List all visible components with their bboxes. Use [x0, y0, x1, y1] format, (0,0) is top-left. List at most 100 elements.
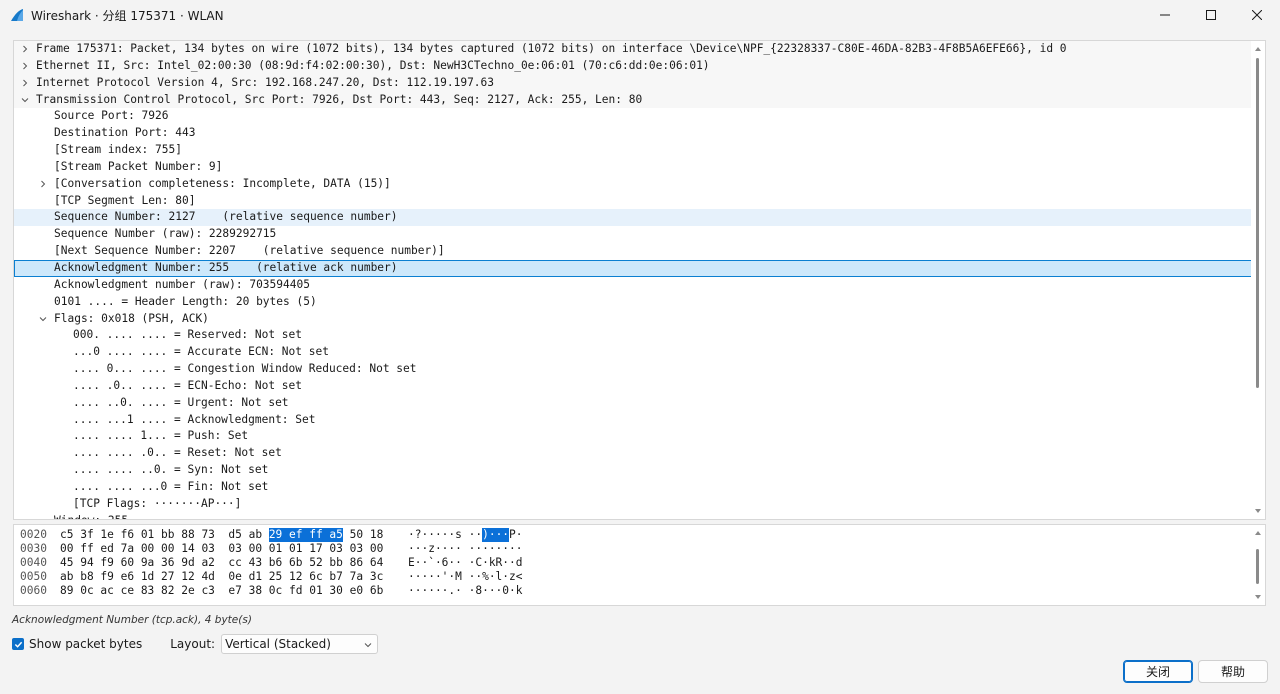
- hex-bytes: 00 ff ed 7a 00 00 14 03 03 00 01 01 17 0…: [60, 542, 408, 556]
- close-window-button[interactable]: [1234, 0, 1280, 30]
- scroll-up-icon[interactable]: [1254, 529, 1262, 537]
- tree-row[interactable]: Internet Protocol Version 4, Src: 192.16…: [14, 74, 1252, 92]
- tree-row[interactable]: .... ...1 .... = Acknowledgment: Set: [14, 412, 1252, 429]
- hex-row[interactable]: 0020 c5 3f 1e f6 01 bb 88 73 d5 ab 29 ef …: [20, 528, 538, 542]
- hex-bytes: ab b8 f9 e6 1d 27 12 4d 0e d1 25 12 6c b…: [60, 570, 408, 584]
- details-scrollbar[interactable]: [1251, 41, 1265, 519]
- tree-row-label: ...0 .... .... = Accurate ECN: Not set: [73, 345, 329, 359]
- tree-row[interactable]: [Stream Packet Number: 9]: [14, 159, 1252, 176]
- chevron-right-icon[interactable]: [37, 176, 49, 193]
- tree-row-label: Acknowledgment Number: 255 (relative ack…: [54, 260, 398, 274]
- tree-row[interactable]: Source Port: 7926: [14, 108, 1252, 125]
- scrollbar-thumb[interactable]: [1256, 58, 1259, 388]
- tree-row-label: .... ..0. .... = Urgent: Not set: [73, 395, 289, 409]
- tree-row[interactable]: .... .... .0.. = Reset: Not set: [14, 445, 1252, 462]
- tree-row[interactable]: [TCP Flags: ·······AP···]: [14, 496, 1252, 513]
- hex-bytes: c5 3f 1e f6 01 bb 88 73 d5 ab 29 ef ff a…: [60, 528, 408, 542]
- chevron-down-icon[interactable]: [37, 311, 49, 328]
- tree-row[interactable]: [Stream index: 755]: [14, 142, 1252, 159]
- chevron-right-icon[interactable]: [19, 58, 31, 75]
- close-button[interactable]: 关闭: [1123, 660, 1193, 683]
- tree-row[interactable]: .... .... 1... = Push: Set: [14, 428, 1252, 445]
- show-packet-bytes-label[interactable]: Show packet bytes: [29, 637, 142, 651]
- bytes-scrollbar[interactable]: [1251, 525, 1265, 605]
- hex-ascii: ·····'·M ··%·l·z<: [408, 570, 538, 584]
- hex-offset: 0020: [20, 528, 47, 541]
- tree-row[interactable]: Sequence Number: 2127 (relative sequence…: [14, 209, 1252, 227]
- hex-ascii-text: ······.· ·8···0·k: [408, 584, 523, 597]
- hex-bytes-text: 89 0c ac ce 83 82 2e c3 e7 38 0c fd 01 3…: [60, 584, 384, 597]
- tree-row[interactable]: .... .... ..0. = Syn: Not set: [14, 462, 1252, 479]
- show-packet-bytes-checkbox[interactable]: [12, 638, 24, 650]
- checkmark-icon: [14, 641, 22, 648]
- tree-row[interactable]: .... .... ...0 = Fin: Not set: [14, 479, 1252, 496]
- hex-bytes-selected: 29 ef ff a5: [268, 528, 343, 542]
- hex-offset: 0050: [20, 570, 47, 583]
- hex-ascii: ·?·····s ··)···P·: [408, 528, 538, 542]
- maximize-button[interactable]: [1188, 0, 1234, 30]
- minimize-button[interactable]: [1142, 0, 1188, 30]
- options-row: Show packet bytes Layout: Vertical (Stac…: [12, 634, 379, 654]
- title-bar: Wireshark · 分组 175371 · WLAN: [0, 0, 1280, 30]
- tree-row-label: .... ...1 .... = Acknowledgment: Set: [73, 412, 316, 426]
- packet-bytes-pane[interactable]: 0020 c5 3f 1e f6 01 bb 88 73 d5 ab 29 ef …: [13, 524, 1266, 606]
- tree-row-label: .... .... ...0 = Fin: Not set: [73, 479, 269, 493]
- window-title: Wireshark · 分组 175371 · WLAN: [31, 8, 224, 23]
- scrollbar-thumb[interactable]: [1256, 549, 1259, 584]
- chevron-right-icon[interactable]: [19, 41, 31, 58]
- help-button[interactable]: 帮助: [1198, 660, 1268, 683]
- chevron-down-icon[interactable]: [19, 92, 31, 109]
- tree-row-label: 000. .... .... = Reserved: Not set: [73, 328, 303, 342]
- tree-row[interactable]: Frame 175371: Packet, 134 bytes on wire …: [14, 41, 1252, 58]
- tree-row-label: [TCP Segment Len: 80]: [54, 193, 196, 207]
- tree-row[interactable]: Window: 255: [14, 513, 1252, 519]
- tree-row[interactable]: .... .0.. .... = ECN-Echo: Not set: [14, 378, 1252, 395]
- tree-row-label: Frame 175371: Packet, 134 bytes on wire …: [36, 42, 1067, 55]
- hex-row[interactable]: 0060 89 0c ac ce 83 82 2e c3 e7 38 0c fd …: [20, 584, 538, 598]
- tree-row[interactable]: Acknowledgment number (raw): 703594405: [14, 277, 1252, 294]
- tree-row[interactable]: Sequence Number (raw): 2289292715: [14, 226, 1252, 243]
- hex-offset: 0040: [20, 556, 47, 569]
- scroll-down-icon[interactable]: [1254, 507, 1262, 515]
- tree-row[interactable]: Flags: 0x018 (PSH, ACK): [14, 311, 1252, 328]
- tree-row[interactable]: ...0 .... .... = Accurate ECN: Not set: [14, 344, 1252, 361]
- tree-row-label: Acknowledgment number (raw): 703594405: [54, 277, 310, 291]
- tree-row[interactable]: 0101 .... = Header Length: 20 bytes (5): [14, 294, 1252, 311]
- tree-row[interactable]: 000. .... .... = Reserved: Not set: [14, 327, 1252, 344]
- tree-row[interactable]: .... 0... .... = Congestion Window Reduc…: [14, 361, 1252, 378]
- hex-offset: 0030: [20, 542, 47, 555]
- hex-row[interactable]: 0050 ab b8 f9 e6 1d 27 12 4d 0e d1 25 12 …: [20, 570, 538, 584]
- tree-row[interactable]: Transmission Control Protocol, Src Port:…: [14, 91, 1252, 109]
- hex-row[interactable]: 0040 45 94 f9 60 9a 36 9d a2 cc 43 b6 6b …: [20, 556, 538, 570]
- chevron-right-icon[interactable]: [19, 75, 31, 92]
- tree-row-label: Window: 255: [54, 513, 128, 519]
- scroll-down-icon[interactable]: [1254, 593, 1262, 601]
- hex-bytes-text: ab b8 f9 e6 1d 27 12 4d 0e d1 25 12 6c b…: [60, 570, 384, 583]
- hex-ascii-selected: )···: [482, 528, 510, 542]
- tree-row-label: Source Port: 7926: [54, 109, 169, 123]
- hex-row[interactable]: 0030 00 ff ed 7a 00 00 14 03 03 00 01 01 …: [20, 542, 538, 556]
- tree-row-label: 0101 .... = Header Length: 20 bytes (5): [54, 294, 317, 308]
- tree-row[interactable]: Acknowledgment Number: 255 (relative ack…: [14, 259, 1252, 277]
- tree-row-label: Sequence Number: 2127 (relative sequence…: [54, 210, 398, 224]
- layout-select-value: Vertical (Stacked): [225, 637, 331, 651]
- field-status-text: Acknowledgment Number (tcp.ack), 4 byte(…: [12, 614, 252, 626]
- hex-ascii-text: E··`·6·· ·C·kR··d: [408, 556, 523, 569]
- hex-bytes: 45 94 f9 60 9a 36 9d a2 cc 43 b6 6b 52 b…: [60, 556, 408, 570]
- tree-row-label: [Stream Packet Number: 9]: [54, 159, 223, 173]
- hex-ascii: ······.· ·8···0·k: [408, 584, 538, 598]
- tree-row[interactable]: [Conversation completeness: Incomplete, …: [14, 176, 1252, 193]
- tree-row[interactable]: [TCP Segment Len: 80]: [14, 193, 1252, 210]
- scroll-up-icon[interactable]: [1254, 45, 1262, 53]
- tree-row[interactable]: [Next Sequence Number: 2207 (relative se…: [14, 243, 1252, 260]
- packet-details-tree[interactable]: Frame 175371: Packet, 134 bytes on wire …: [13, 40, 1266, 520]
- tree-row[interactable]: Destination Port: 443: [14, 125, 1252, 142]
- tree-row-label: [TCP Flags: ·······AP···]: [73, 496, 242, 510]
- hex-ascii-text: ···z···· ········: [408, 542, 523, 555]
- hex-bytes: 89 0c ac ce 83 82 2e c3 e7 38 0c fd 01 3…: [60, 584, 408, 598]
- layout-select[interactable]: Vertical (Stacked): [221, 634, 379, 654]
- tree-row[interactable]: Ethernet II, Src: Intel_02:00:30 (08:9d:…: [14, 57, 1252, 75]
- hex-ascii: E··`·6·· ·C·kR··d: [408, 556, 538, 570]
- tree-row[interactable]: .... ..0. .... = Urgent: Not set: [14, 395, 1252, 412]
- hex-ascii: ···z···· ········: [408, 542, 538, 556]
